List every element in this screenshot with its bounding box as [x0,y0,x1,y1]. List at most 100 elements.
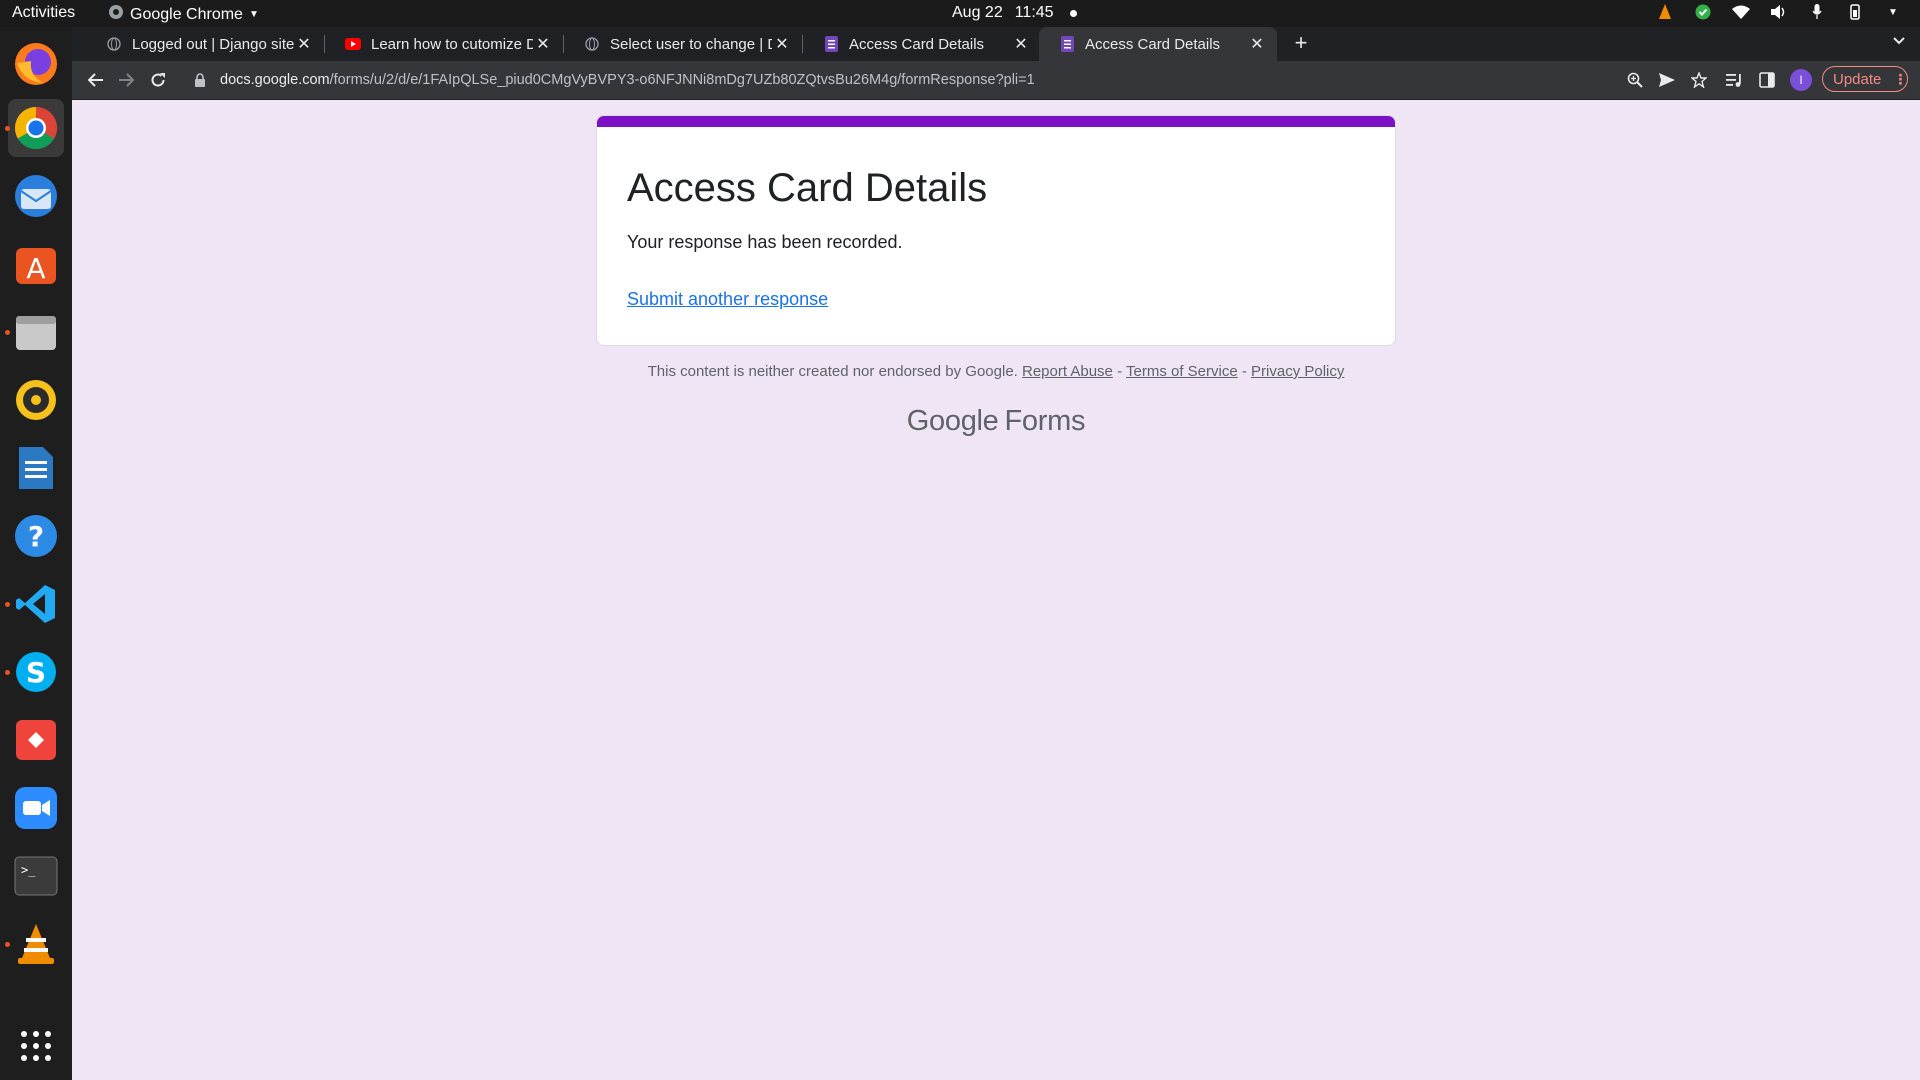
report-abuse-link[interactable]: Report Abuse [1022,363,1113,380]
dock-help[interactable]: ? [8,507,64,565]
dock-writer[interactable] [8,439,64,497]
system-top-bar: Activities Google Chrome ▼ Aug 22 11:45 … [0,0,1920,27]
form-response-card: Access Card Details Your response has be… [596,115,1396,346]
url-domain: docs.google.com [220,72,330,88]
forward-button[interactable] [114,68,138,92]
dock-app-center[interactable]: A [8,235,64,293]
activities-button[interactable]: Activities [12,4,75,22]
back-button[interactable] [84,68,108,92]
reload-icon [151,73,165,87]
video-camera-icon [15,787,57,829]
app-center-icon: A [16,248,56,285]
form-footer: This content is neither created nor endo… [72,363,1920,380]
tab-django-logout[interactable]: Logged out | Django site admin ✕ [86,27,324,61]
tab-search-chevron-icon[interactable] [1892,33,1906,49]
notification-dot-icon [1069,9,1077,17]
youtube-icon [345,36,361,52]
close-tab-icon[interactable]: ✕ [772,34,792,54]
privacy-policy-link[interactable]: Privacy Policy [1251,363,1344,380]
dock-anydesk[interactable] [8,711,64,769]
reload-button[interactable] [146,68,170,92]
dock-thunderbird[interactable] [8,167,64,225]
tab-access-card-1[interactable]: Access Card Details ✕ [803,27,1041,61]
tab-title: Select user to change | Django [610,35,772,53]
url-path: /forms/u/2/d/e/1FAIpQLSe_piud0CMgVyBVPY3… [329,72,1035,88]
submit-another-response-link[interactable]: Submit another response [627,289,828,310]
volume-icon[interactable] [1770,3,1788,21]
document-icon [19,447,53,489]
app-menu-label: Google Chrome [130,5,243,23]
close-tab-icon[interactable]: ✕ [533,34,553,54]
app-menu[interactable]: Google Chrome ▼ [108,4,259,25]
confirmation-message: Your response has been recorded. [627,232,903,252]
chrome-icon [14,106,58,150]
dock-firefox[interactable] [8,35,64,93]
forms-icon [823,36,839,52]
close-tab-icon[interactable]: ✕ [294,34,314,54]
show-apps-button[interactable] [8,1017,64,1075]
more-vert-icon: ⋮ [1893,70,1908,87]
help-icon: ? [15,515,57,557]
shield-check-icon[interactable] [1694,3,1712,21]
dock: A ? S >_ [0,27,72,1080]
battery-icon[interactable] [1846,3,1864,21]
dock-files[interactable] [5,303,64,361]
folder-icon [16,316,56,350]
chrome-icon [108,4,124,25]
anydesk-icon [16,720,56,760]
form-title: Access Card Details [627,166,988,210]
thunderbird-icon [15,175,57,217]
tab-title: Access Card Details [1085,35,1221,53]
dock-chrome[interactable] [5,99,64,157]
side-panel-icon[interactable] [1756,69,1778,91]
footer-separator: - [1241,363,1247,380]
chevron-down-icon[interactable]: ▼ [1884,3,1902,21]
dock-vlc[interactable] [5,915,64,973]
dock-rhythmbox[interactable] [8,371,64,429]
svg-text:>_: >_ [21,863,36,877]
dock-terminal[interactable]: >_ [8,847,64,905]
footer-disclaimer: This content is neither created nor endo… [647,363,1018,380]
vlc-tray-icon[interactable] [1656,3,1674,21]
tab-strip: Logged out | Django site admin ✕ Learn h… [72,27,1920,61]
svg-text:A: A [26,252,45,285]
forms-icon [1059,36,1075,52]
tab-title: Learn how to cutomize Django [371,35,533,53]
bookmark-star-icon[interactable] [1688,69,1710,91]
zoom-icon[interactable] [1624,69,1646,91]
tab-title: Access Card Details [849,35,985,53]
dock-zoom[interactable] [8,779,64,837]
dock-skype[interactable]: S [5,643,64,701]
google-forms-logo[interactable]: Google Forms [72,405,1920,438]
tab-access-card-active[interactable]: Access Card Details ✕ [1039,27,1277,61]
close-tab-icon[interactable]: ✕ [1247,34,1267,54]
arrow-right-icon [119,73,134,87]
tab-select-user[interactable]: Select user to change | Django ✕ [564,27,802,61]
close-tab-icon[interactable]: ✕ [1011,34,1031,54]
microphone-icon[interactable] [1808,3,1826,21]
speaker-icon [16,380,56,420]
terminal-icon: >_ [14,856,58,896]
new-tab-button[interactable]: + [1288,31,1314,57]
address-bar[interactable]: docs.google.com/forms/u/2/d/e/1FAIpQLSe_… [182,64,1742,96]
update-button[interactable]: Update ⋮ [1822,66,1908,92]
brand-google: Google [906,405,999,437]
tab-title: Logged out | Django site admin [132,35,294,53]
media-control-icon[interactable] [1724,69,1746,91]
terms-of-service-link[interactable]: Terms of Service [1126,363,1238,380]
send-icon[interactable] [1656,69,1678,91]
clock[interactable]: Aug 22 11:45 [952,4,1077,22]
wifi-icon[interactable] [1732,3,1750,21]
profile-avatar[interactable]: I [1790,69,1812,91]
lock-icon[interactable] [194,73,208,87]
tab-youtube[interactable]: Learn how to cutomize Django ✕ [325,27,563,61]
footer-separator: - [1117,363,1123,380]
dock-vscode[interactable] [5,575,64,633]
update-label: Update [1833,70,1882,88]
globe-icon [106,36,122,52]
form-accent-bar [597,116,1395,127]
system-tray[interactable]: ▼ [1656,3,1902,21]
arrow-left-icon [88,73,103,87]
page-content: Access Card Details Your response has be… [72,100,1920,1080]
grid-icon [21,1031,51,1061]
